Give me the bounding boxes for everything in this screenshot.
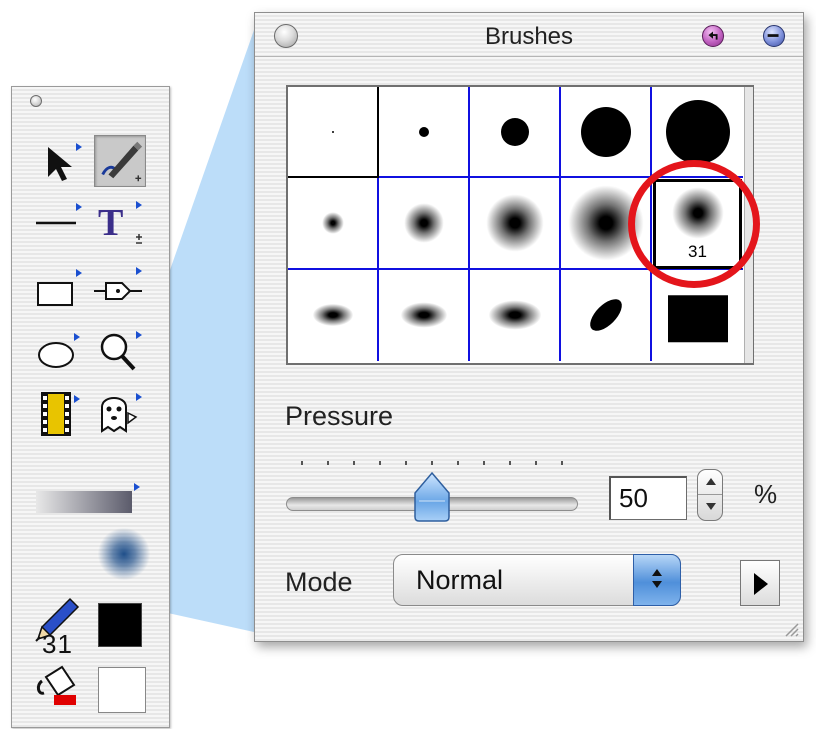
film-strip-icon [41, 392, 80, 436]
magnifier-icon [100, 331, 142, 371]
play-triangle-icon [754, 573, 768, 595]
brush-preview-soft-dot [321, 211, 344, 234]
palette-titlebar[interactable]: Brushes [255, 13, 803, 57]
stroke-color-tool[interactable] [32, 593, 84, 645]
mode-label: Mode [285, 567, 353, 597]
ghost-tool[interactable] [92, 387, 144, 439]
brush-preview-soft-dot [485, 193, 544, 252]
brush-preview-hard-dot [500, 117, 529, 146]
undo-arrow-icon [708, 31, 718, 40]
oval-tool[interactable] [32, 323, 84, 375]
brush-cell[interactable] [470, 178, 561, 270]
brush-preview-soft-ellipse [488, 300, 541, 330]
pressure-stepper[interactable] [697, 469, 723, 521]
mode-select-value: Normal [416, 565, 504, 595]
pressure-label: Pressure [285, 401, 394, 431]
toolbox-close-button[interactable] [30, 95, 42, 107]
pressure-slider-thumb[interactable] [411, 471, 453, 523]
mode-select-arrows[interactable] [633, 554, 681, 606]
slider-tick [405, 461, 407, 465]
paint-bucket-icon [36, 665, 76, 705]
brush-preview-hard-dot [418, 126, 429, 137]
brush-preview-soft-dot [403, 202, 444, 243]
brush-preview-hard-angled-ellipse [584, 294, 627, 337]
brush-preview-soft-ellipse [400, 302, 447, 328]
brush-pen-icon [101, 141, 143, 182]
brush-cell[interactable] [561, 87, 652, 179]
brush-cell[interactable] [379, 269, 470, 361]
palette-menu-button[interactable] [740, 560, 780, 606]
stepper-down-icon [706, 503, 716, 510]
brush-preview[interactable] [98, 527, 150, 581]
stepper-up-button[interactable] [698, 470, 722, 495]
brush-cell[interactable] [288, 269, 379, 361]
line-tool[interactable] [32, 195, 84, 247]
rectangle-icon [37, 269, 82, 306]
pencil-icon [35, 597, 80, 642]
minus-icon [767, 34, 779, 37]
line-icon [36, 203, 82, 225]
resize-grip-icon[interactable] [781, 619, 799, 637]
pressure-value-input[interactable] [609, 476, 687, 520]
gradient-swatch[interactable] [32, 479, 142, 519]
slider-tick [561, 461, 563, 465]
slider-tick [379, 461, 381, 465]
brush-tool[interactable] [94, 135, 146, 187]
slider-tick [483, 461, 485, 465]
movie-tool[interactable] [32, 387, 84, 439]
mode-select[interactable]: Normal [393, 554, 681, 606]
slider-tick [509, 461, 511, 465]
palette-options-button[interactable] [702, 25, 724, 47]
brush-cell[interactable] [561, 269, 652, 361]
brush-preview-hard-dot [580, 106, 631, 157]
brush-preview-hard-dot [665, 99, 730, 164]
brushes-palette: Brushes 31 Pressure % Mode Normal [254, 12, 804, 642]
stroke-color-swatch[interactable] [98, 603, 142, 647]
stepper-up-icon [706, 478, 716, 485]
pen-tool[interactable] [92, 259, 144, 311]
slider-tick [353, 461, 355, 465]
palette-collapse-button[interactable] [763, 25, 785, 47]
arrow-tool[interactable] [38, 137, 90, 189]
pressure-slider-ticks [301, 461, 563, 465]
slider-tick [327, 461, 329, 465]
brush-cell[interactable] [470, 269, 561, 361]
arrow-select-icon [48, 143, 82, 181]
oval-icon [38, 333, 80, 368]
ghost-icon [101, 393, 142, 433]
select-up-arrow-icon [652, 569, 662, 576]
brush-cell[interactable] [379, 178, 470, 270]
selected-brush-highlight [628, 160, 760, 288]
brush-preview-hard-square [667, 295, 728, 343]
brush-cell[interactable] [379, 87, 470, 179]
fill-color-tool[interactable] [32, 657, 84, 709]
zoom-tool[interactable] [92, 323, 144, 375]
slider-tick [431, 461, 433, 465]
brush-preview-soft-ellipse [312, 304, 353, 327]
gradient-icon [36, 483, 140, 513]
slider-tick [535, 461, 537, 465]
brush-cell[interactable] [288, 178, 379, 270]
stepper-down-button[interactable] [698, 495, 722, 520]
fill-color-swatch[interactable] [98, 667, 146, 713]
svg-text:T: T [98, 202, 123, 244]
text-t-icon: T [98, 201, 142, 244]
select-down-arrow-icon [652, 581, 662, 588]
rectangle-tool[interactable] [32, 259, 84, 311]
brush-cell[interactable] [470, 87, 561, 179]
brush-preview-hard-dot [331, 130, 334, 133]
toolbox-palette: T 31 [11, 86, 170, 728]
text-tool[interactable]: T [92, 195, 144, 247]
brush-cell[interactable] [288, 87, 379, 179]
slider-tick [301, 461, 303, 465]
percent-label: % [754, 479, 778, 509]
slider-tick [457, 461, 459, 465]
pen-nib-icon [94, 267, 142, 300]
